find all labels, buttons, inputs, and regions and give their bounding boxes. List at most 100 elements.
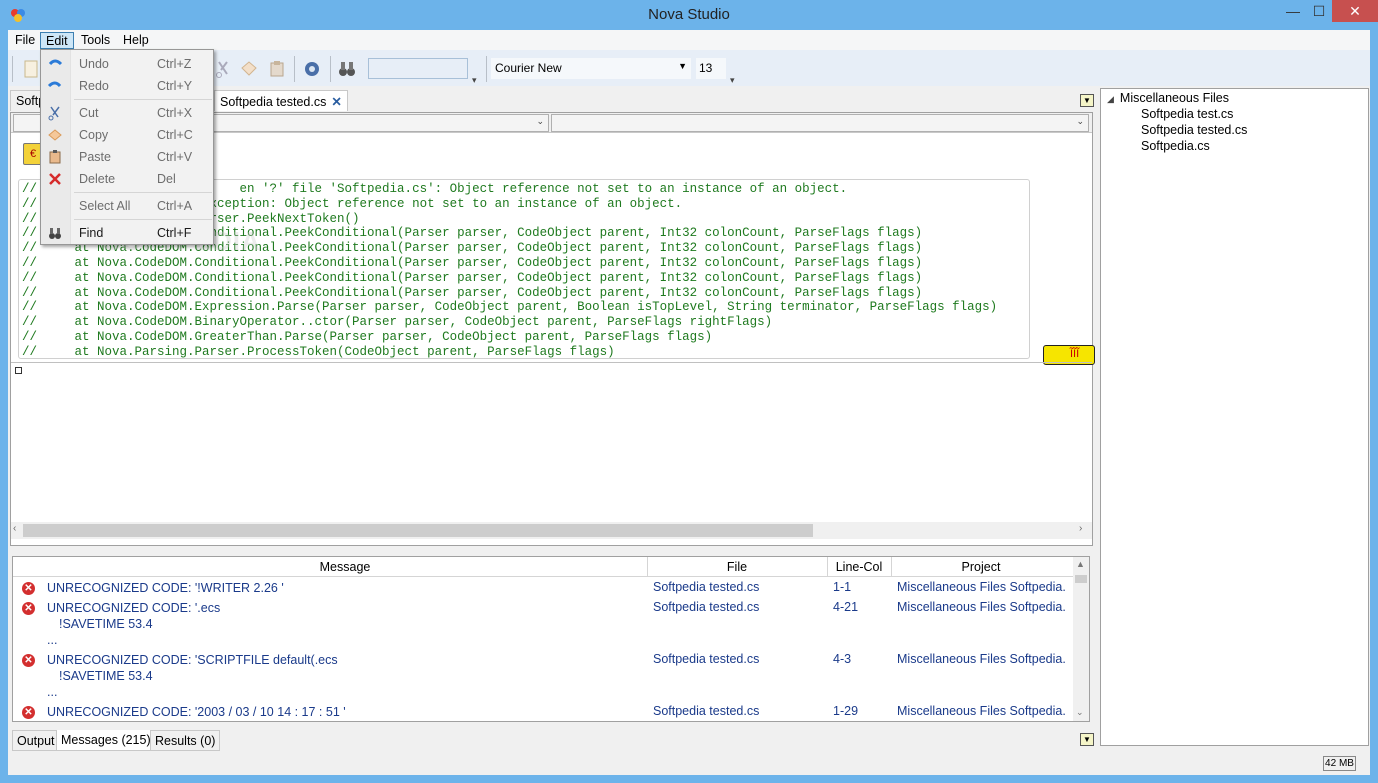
menu-tools[interactable]: Tools [76,32,115,49]
scroll-left-icon[interactable]: ‹ [13,523,16,534]
menu-item-find[interactable]: Find Ctrl+F [41,222,213,244]
toolbar-overflow-icon[interactable]: ▾ [472,75,477,86]
copy-toolbar-icon[interactable] [238,58,260,80]
tab-label: Softpedia tested.cs [220,95,327,109]
menu-separator [74,192,212,193]
code-line: // at Nova.CodeDOM.Conditional.PeekCondi… [22,270,923,285]
tab-list-dropdown-icon[interactable]: ▼ [1080,94,1094,107]
project-cell: Miscellaneous Files Softpedia... [897,600,1067,614]
vertical-scrollbar[interactable]: ▲ ⌄ [1073,557,1089,721]
paste-icon [49,150,61,164]
file-cell: Softpedia tested.cs [653,704,760,718]
close-button[interactable]: ✕ [1332,0,1378,22]
cut-toolbar-icon[interactable] [213,58,235,80]
scissors-icon [48,106,60,121]
scrollbar-thumb[interactable] [1075,575,1087,583]
toolbar-separator [330,56,331,82]
linecol-cell: 1-29 [833,704,859,718]
message-cell: UNRECOGNIZED CODE: '2003 / 03 / 10 14 : … [47,704,346,720]
menu-file[interactable]: File [10,32,40,49]
scroll-up-icon[interactable]: ▲ [1076,559,1085,569]
tab-results[interactable]: Results (0) [150,730,221,751]
code-line: // at Nova.CodeDOM.Expression.Parse(Pars… [22,300,998,315]
messages-grid: Message File Line-Col Project ✕ UNRECOGN… [12,556,1090,722]
linecol-cell: 4-21 [833,600,859,614]
menu-item-shortcut: Ctrl+X [157,106,193,120]
code-line: // at Nova.CodeDOM.Conditional.PeekCondi… [22,255,923,270]
message-cell: UNRECOGNIZED CODE: '!WRITER 2.26 ' [47,580,284,596]
font-size-input[interactable]: 13 [696,58,726,79]
tree-root-label: Miscellaneous Files [1119,91,1229,105]
menu-item-delete[interactable]: Delete Del [41,168,213,190]
bottom-tab-strip: Output Messages (215) Results (0) ▼ [10,730,1098,751]
scroll-down-icon[interactable]: ⌄ [1076,707,1084,718]
menu-separator [74,219,212,220]
table-row[interactable]: ✕ UNRECOGNIZED CODE: 'SCRIPTFILE default… [13,652,1073,704]
menu-item-shortcut: Ctrl+A [157,199,193,213]
menu-item-paste[interactable]: Paste Ctrl+V [41,146,213,168]
column-header-file[interactable]: File [647,560,827,574]
error-icon: ✕ [22,582,35,595]
menu-item-label: Redo [79,79,109,93]
chevron-down-icon: ⌄ [536,116,544,126]
tab-messages[interactable]: Messages (215) [56,730,156,751]
tab-output[interactable]: Output [12,730,60,751]
binoculars-icon[interactable] [336,58,358,80]
table-row[interactable]: ✕ UNRECOGNIZED CODE: '2003 / 03 / 10 14 … [13,704,1073,722]
column-header-message[interactable]: Message [43,560,647,574]
project-cell: Miscellaneous Files Softpedia... [897,580,1067,594]
menu-edit[interactable]: Edit [40,32,74,49]
file-cell: Softpedia tested.cs [653,580,760,594]
menu-item-undo[interactable]: Undo Ctrl+Z [41,53,213,75]
code-line: // at Nova.Parsing.Parser.ProcessToken(C… [22,344,615,359]
text-cursor-block [15,367,22,374]
menu-item-cut[interactable]: Cut Ctrl+X [41,102,213,124]
table-row[interactable]: ✕ UNRECOGNIZED CODE: '.ecs !SAVETIME 53.… [13,600,1073,652]
message-subline: ... [47,633,58,647]
solution-tree-panel: ◢ Miscellaneous Files Softpedia test.cs S… [1100,88,1378,746]
code-line: // at Nova.CodeDOM.Conditional.PeekCondi… [22,285,923,300]
tree-root-node[interactable]: ◢ Miscellaneous Files [1107,91,1229,105]
tree-item[interactable]: Softpedia tested.cs [1141,123,1247,137]
tree-item[interactable]: Softpedia.cs [1141,139,1210,153]
close-tab-icon[interactable]: ✕ [331,95,341,109]
column-header-linecol[interactable]: Line-Col [827,560,891,574]
scrollbar-thumb[interactable] [23,524,813,537]
tab-softpedia-tested[interactable]: Softpedia tested.cs ✕ [214,90,348,111]
column-header-project[interactable]: Project [891,560,1071,574]
maximize-button[interactable]: ☐ [1306,0,1332,22]
font-family-select[interactable]: Courier New ▼ [491,58,691,79]
horizontal-scrollbar[interactable]: ‹ › [11,522,1092,539]
toolbar-overflow-icon[interactable]: ▾ [730,75,735,86]
error-icon: ✕ [22,654,35,667]
copy-icon [48,129,62,141]
tree-item[interactable]: Softpedia test.cs [1141,107,1233,121]
grid-header: Message File Line-Col Project [13,557,1073,577]
paste-toolbar-icon[interactable] [266,58,288,80]
menu-item-select-all[interactable]: Select All Ctrl+A [41,195,213,217]
search-input[interactable] [368,58,468,79]
new-file-icon[interactable] [20,58,42,80]
menu-item-label: Delete [79,172,116,186]
scroll-right-icon[interactable]: › [1079,523,1082,534]
message-text: UNRECOGNIZED CODE: 'SCRIPTFILE default(.… [47,653,338,667]
error-icon: ✕ [22,706,35,719]
toolbar-separator [486,56,487,82]
table-row[interactable]: ✕ UNRECOGNIZED CODE: '!WRITER 2.26 ' Sof… [13,580,1073,600]
expand-triangle-icon[interactable]: ◢ [1107,94,1114,104]
linecol-cell: 1-1 [833,580,852,594]
project-cell: Miscellaneous Files Softpedia... [897,652,1067,666]
menu-item-label: Paste [79,150,111,164]
minimize-button[interactable]: — [1280,0,1306,22]
menu-item-copy[interactable]: Copy Ctrl+C [41,124,213,146]
project-cell: Miscellaneous Files Softpedia... [897,704,1067,718]
member-selector[interactable]: ⌄ [551,114,1089,132]
settings-gear-icon[interactable] [301,58,323,80]
message-text: UNRECOGNIZED CODE: '!WRITER 2.26 ' [47,581,284,595]
error-icon: ✕ [22,602,35,615]
divider [11,362,1092,363]
menu-help[interactable]: Help [118,32,154,49]
menu-item-redo[interactable]: Redo Ctrl+Y [41,75,213,97]
menu-item-label: Copy [79,128,109,142]
panel-list-dropdown-icon[interactable]: ▼ [1080,733,1094,746]
